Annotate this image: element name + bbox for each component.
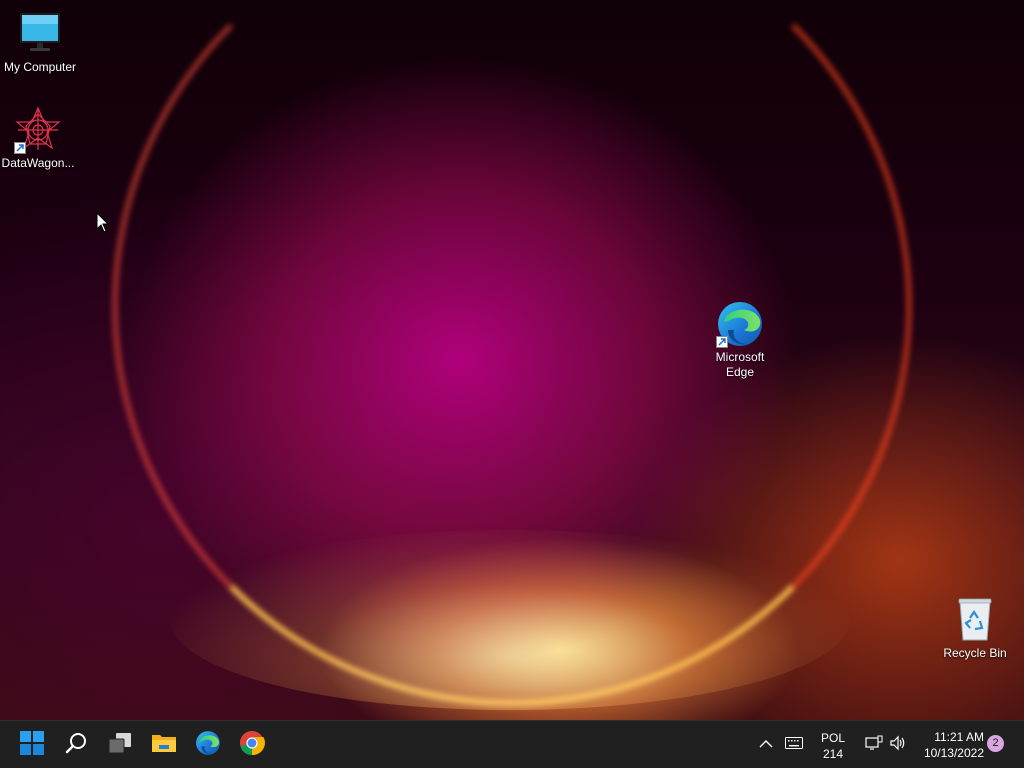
clock-time: 11:21 AM bbox=[934, 730, 984, 744]
recycle-bin-icon bbox=[951, 596, 999, 644]
shortcut-arrow-icon bbox=[716, 336, 728, 348]
desktop-icon-recycle-bin[interactable]: Recycle Bin bbox=[935, 596, 1015, 661]
edge-icon bbox=[195, 730, 221, 761]
chevron-up-icon bbox=[759, 736, 773, 754]
desktop-background[interactable]: My Computer DataWagon... Microsoft Edge … bbox=[0, 0, 1024, 720]
language-code: POL bbox=[820, 731, 845, 745]
desktop-icon-microsoft-edge[interactable]: Microsoft Edge bbox=[700, 300, 780, 380]
mouse-cursor-icon bbox=[96, 211, 110, 234]
search-icon bbox=[64, 731, 88, 760]
desktop-icon-my-computer[interactable]: My Computer bbox=[0, 10, 80, 75]
input-language-button[interactable]: POL 214 bbox=[813, 730, 853, 762]
network-icon bbox=[865, 735, 883, 756]
file-explorer-button[interactable] bbox=[144, 725, 184, 765]
monitor-icon bbox=[16, 10, 64, 58]
clock-button[interactable]: 11:21 AM 10/13/2022 bbox=[912, 729, 984, 761]
edge-icon bbox=[716, 300, 764, 348]
desktop-icon-label: My Computer bbox=[3, 60, 77, 74]
volume-icon bbox=[889, 735, 907, 756]
task-view-icon bbox=[107, 731, 133, 760]
language-sub: 214 bbox=[822, 747, 844, 761]
taskbar: POL 214 11:21 AM 10/13/2022 bbox=[0, 720, 1024, 768]
network-volume-button[interactable] bbox=[856, 725, 916, 765]
clock-date: 10/13/2022 bbox=[923, 746, 984, 760]
windows-start-icon bbox=[20, 730, 44, 760]
taskbar-chrome-button[interactable] bbox=[232, 725, 272, 765]
desktop-icon-label: Recycle Bin bbox=[943, 646, 1007, 660]
datawagon-icon bbox=[14, 106, 62, 154]
desktop-icon-label: DataWagon... bbox=[1, 156, 75, 170]
keyboard-icon bbox=[785, 736, 803, 754]
task-view-button[interactable] bbox=[100, 725, 140, 765]
wallpaper-orb-glow bbox=[170, 530, 850, 710]
taskbar-edge-button[interactable] bbox=[188, 725, 228, 765]
shortcut-arrow-icon bbox=[14, 142, 26, 154]
desktop-icon-label: Microsoft Edge bbox=[715, 350, 765, 379]
folder-icon bbox=[151, 732, 177, 759]
start-button[interactable] bbox=[12, 725, 52, 765]
desktop-icon-datawagon[interactable]: DataWagon... bbox=[0, 106, 78, 171]
touch-keyboard-button[interactable] bbox=[776, 725, 812, 765]
chrome-icon bbox=[239, 730, 265, 761]
search-button[interactable] bbox=[56, 725, 96, 765]
notification-badge[interactable]: 2 bbox=[987, 735, 1004, 752]
